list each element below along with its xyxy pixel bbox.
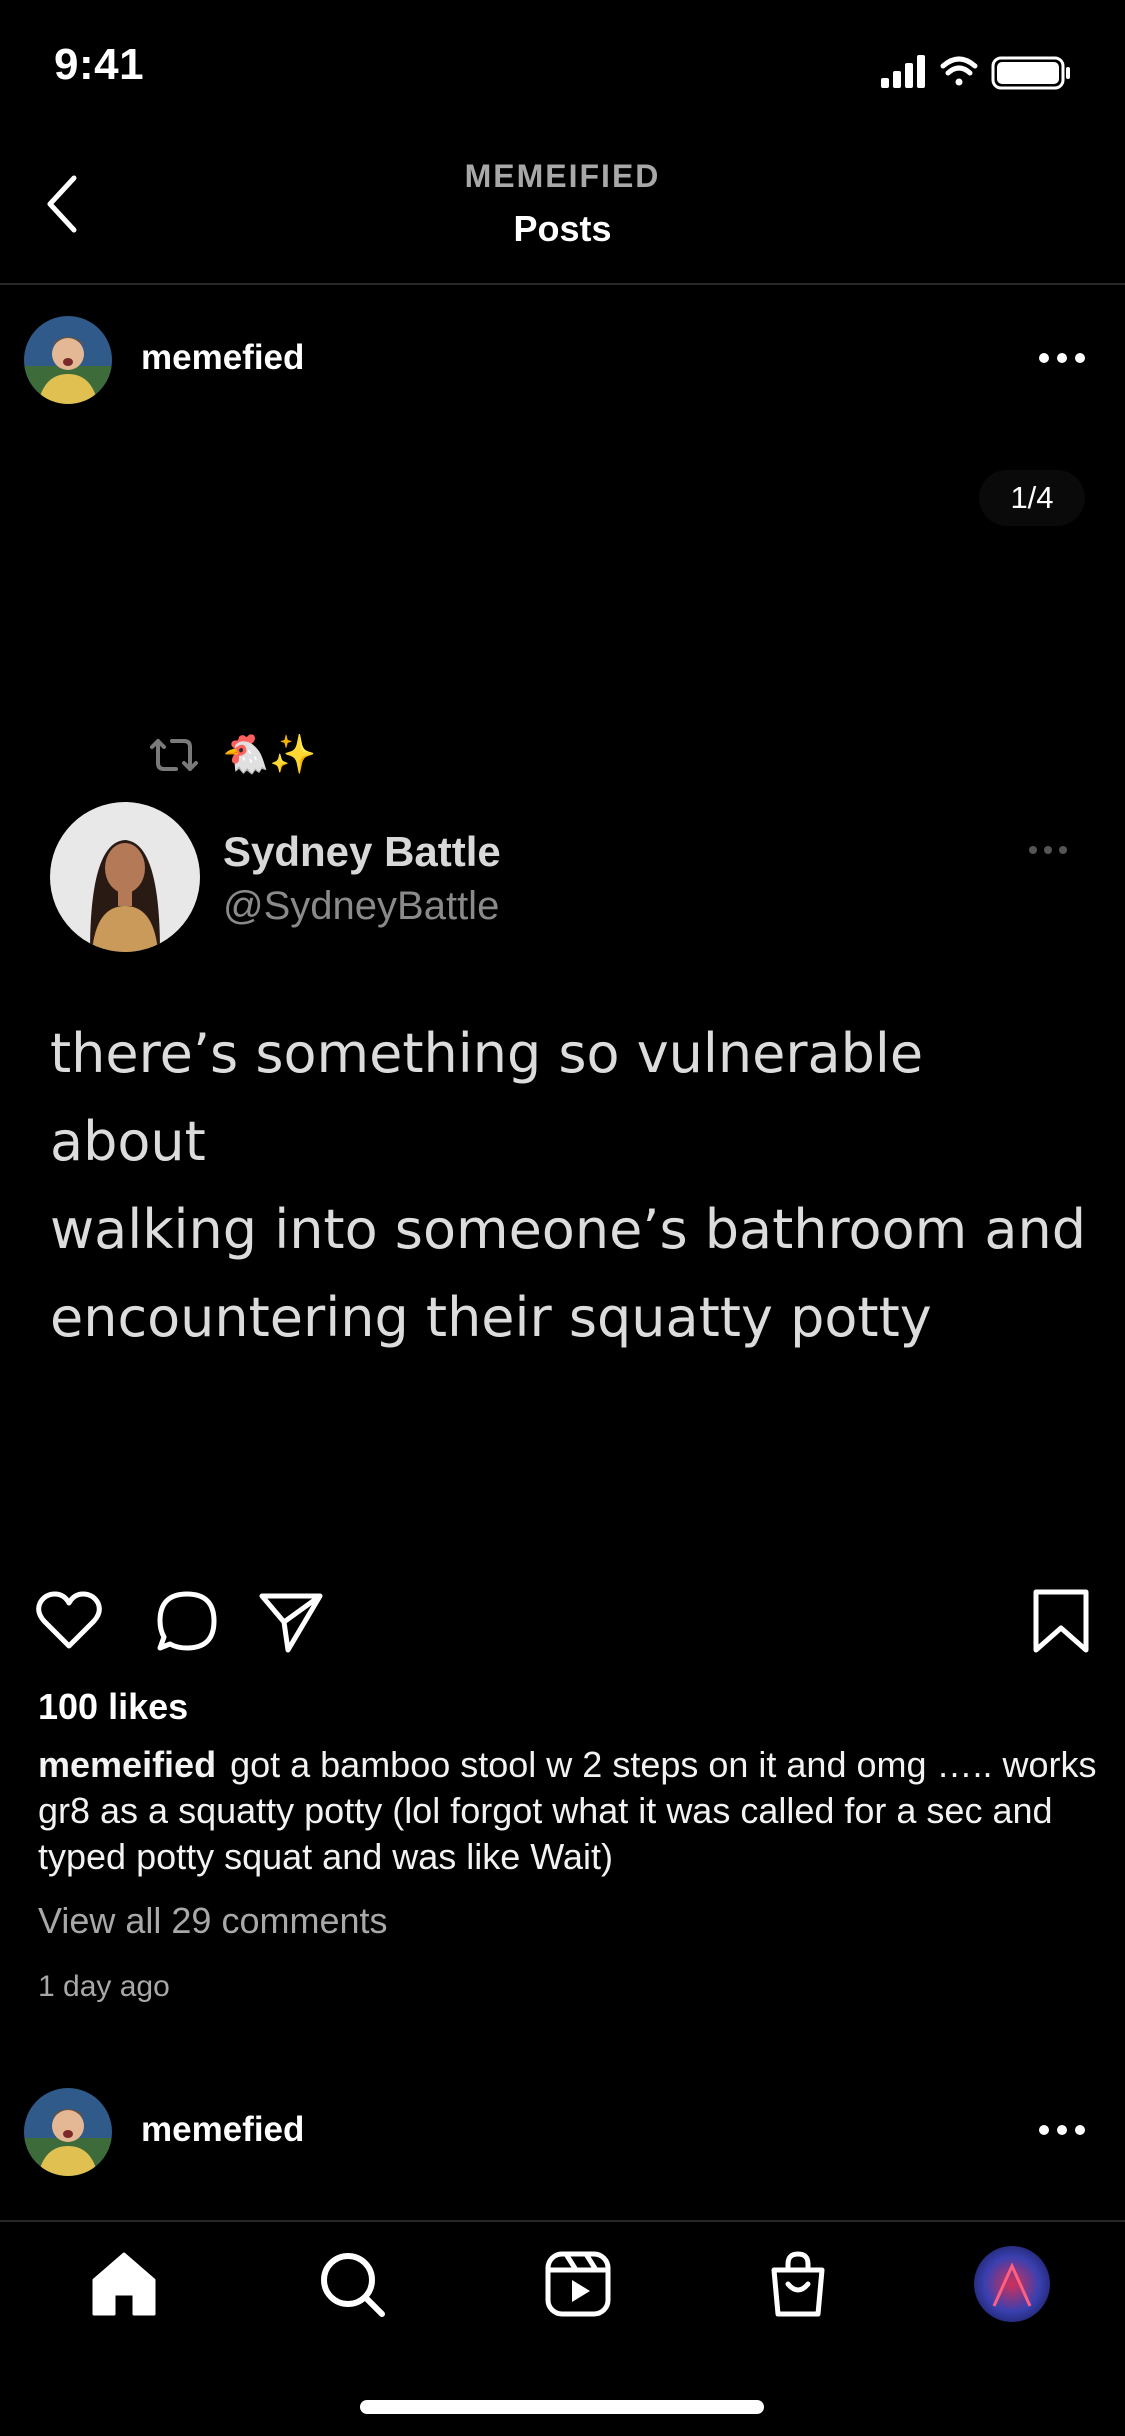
tweet-more-icon — [1029, 846, 1067, 854]
tweet-text-line: encountering their squatty potty — [50, 1286, 932, 1349]
next-post-avatar[interactable] — [24, 2088, 112, 2176]
wifi-icon — [940, 56, 978, 86]
next-post-username[interactable]: memefied — [141, 2110, 304, 2150]
home-icon[interactable] — [86, 2246, 162, 2322]
retweet-icon — [150, 739, 198, 771]
retweet-row: 🐔✨ — [146, 730, 317, 780]
share-icon[interactable] — [256, 1586, 326, 1656]
shop-icon[interactable] — [760, 2246, 836, 2322]
more-icon[interactable] — [1038, 350, 1086, 366]
signal-icon — [881, 55, 925, 88]
reels-icon[interactable] — [540, 2246, 616, 2322]
home-indicator — [360, 2400, 764, 2414]
tweet-author-name: Sydney Battle — [223, 828, 501, 875]
status-time: 9:41 — [54, 40, 145, 89]
bookmark-icon[interactable] — [1026, 1586, 1096, 1656]
heart-icon[interactable] — [34, 1586, 104, 1656]
page-title: Posts — [513, 208, 612, 249]
more-icon[interactable] — [1038, 2122, 1086, 2138]
nav-divider — [0, 2220, 1125, 2222]
profile-avatar-icon[interactable] — [974, 2246, 1050, 2322]
post-caption: memeified got a bamboo stool w 2 steps on… — [38, 1742, 1098, 1880]
tweet-text: there’s something so vulnerable about wa… — [50, 1010, 1090, 1362]
search-icon[interactable] — [314, 2246, 390, 2322]
post-timestamp: 1 day ago — [38, 1970, 170, 2003]
caption-username[interactable]: memeified — [38, 1744, 216, 1785]
tweet-avatar — [50, 802, 200, 952]
likes-count[interactable]: 100 likes — [38, 1686, 188, 1728]
view-comments-link[interactable]: View all 29 comments — [38, 1900, 388, 1942]
header-account-name: MEMEIFIED — [464, 158, 661, 194]
tweet-author-handle: @SydneyBattle — [223, 884, 500, 928]
post-avatar[interactable] — [24, 316, 112, 404]
image-counter: 1/4 — [979, 470, 1085, 526]
post-username[interactable]: memefied — [141, 338, 304, 378]
tweet-text-line: walking into someone’s bathroom and — [50, 1198, 1086, 1261]
status-icons — [881, 55, 1070, 90]
header-divider — [0, 283, 1125, 285]
battery-icon — [991, 56, 1070, 90]
tweet-emojis: 🐔✨ — [222, 734, 317, 776]
tweet-text-line: there’s something so vulnerable about — [50, 1022, 924, 1173]
comment-icon[interactable] — [152, 1586, 222, 1656]
